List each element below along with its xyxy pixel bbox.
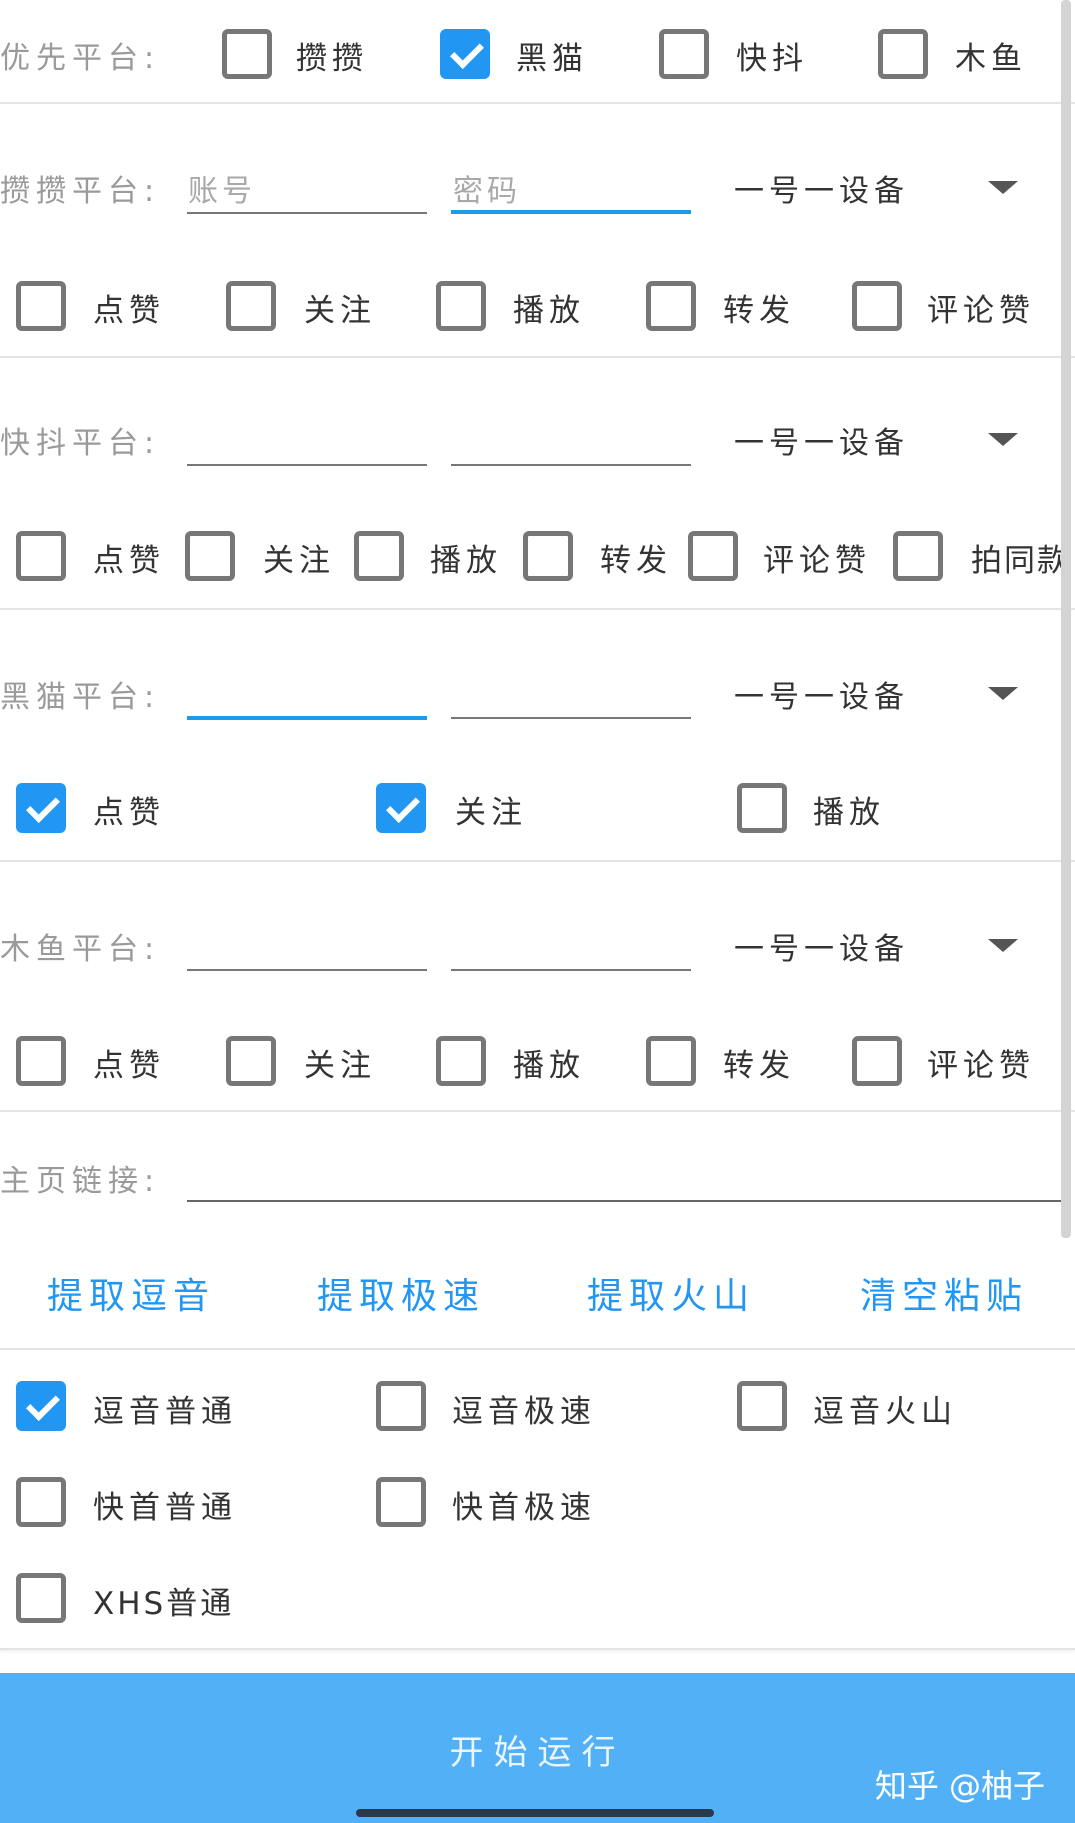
zanzan-option-share[interactable]: 转发 bbox=[723, 285, 795, 330]
zanzan-checkbox-like[interactable] bbox=[16, 281, 66, 331]
zhihu-watermark: 知乎 @柚子 bbox=[874, 1767, 1045, 1805]
mode-checkbox-xhs-normal[interactable] bbox=[16, 1573, 66, 1623]
kuaidou-label: 快抖平台: bbox=[0, 426, 161, 461]
zanzan-checkbox-play[interactable] bbox=[436, 281, 486, 331]
heimao-section: 黑猫平台: 一号一设备 点赞 关注 播放 bbox=[0, 610, 1075, 862]
zanzan-password-placeholder[interactable]: 密码 bbox=[453, 166, 521, 210]
priority-label: 优先平台: bbox=[0, 41, 161, 76]
start-button[interactable]: 开始运行 知乎 @柚子 bbox=[0, 1673, 1075, 1823]
zanzan-checkbox-comment-like[interactable] bbox=[852, 281, 902, 331]
zanzan-checkbox-share[interactable] bbox=[646, 281, 696, 331]
kuaidou-checkbox-follow[interactable] bbox=[185, 531, 235, 581]
mode-option-kuaishou-speed[interactable]: 快首极速 bbox=[452, 1482, 596, 1527]
priority-checkbox-heimao[interactable] bbox=[440, 29, 490, 79]
zanzan-dropdown-arrow-icon[interactable] bbox=[988, 181, 1018, 194]
mode-option-douyin-huoshan[interactable]: 逗音火山 bbox=[813, 1386, 957, 1431]
kuaidou-device-select[interactable]: 一号一设备 bbox=[734, 418, 909, 462]
heimao-label: 黑猫平台: bbox=[0, 680, 161, 715]
zanzan-label: 攒攒平台: bbox=[0, 174, 161, 209]
zanzan-option-like[interactable]: 点赞 bbox=[93, 285, 165, 330]
muyu-option-share[interactable]: 转发 bbox=[723, 1040, 795, 1085]
home-indicator[interactable] bbox=[356, 1809, 714, 1817]
muyu-checkbox-follow[interactable] bbox=[226, 1036, 276, 1086]
mode-checkbox-kuaishou-normal[interactable] bbox=[16, 1477, 66, 1527]
muyu-option-comment-like[interactable]: 评论赞 bbox=[927, 1040, 1035, 1085]
mode-section: 逗音普通 逗音极速 逗音火山 快首普通 快首极速 XHS普通 bbox=[0, 1350, 1075, 1650]
kuaidou-option-share[interactable]: 转发 bbox=[600, 535, 672, 580]
priority-checkbox-muyu[interactable] bbox=[878, 29, 928, 79]
mode-option-douyin-normal[interactable]: 逗音普通 bbox=[93, 1386, 237, 1431]
muyu-option-follow[interactable]: 关注 bbox=[304, 1040, 376, 1085]
muyu-checkbox-share[interactable] bbox=[646, 1036, 696, 1086]
kuaidou-option-follow[interactable]: 关注 bbox=[263, 535, 335, 580]
kuaidou-option-comment-like[interactable]: 评论赞 bbox=[763, 535, 871, 580]
priority-section: 优先平台: 攒攒 黑猫 快抖 木鱼 bbox=[0, 0, 1075, 104]
extract-huoshan-button[interactable]: 提取火山 bbox=[587, 1267, 755, 1319]
zanzan-checkbox-follow[interactable] bbox=[226, 281, 276, 331]
heimao-password-field[interactable] bbox=[451, 717, 691, 719]
muyu-account-field[interactable] bbox=[187, 969, 427, 971]
muyu-dropdown-arrow-icon[interactable] bbox=[988, 939, 1018, 952]
heimao-checkbox-follow[interactable] bbox=[376, 783, 426, 833]
priority-option-zanzan[interactable]: 攒攒 bbox=[296, 33, 368, 78]
zanzan-option-follow[interactable]: 关注 bbox=[304, 285, 376, 330]
muyu-checkbox-comment-like[interactable] bbox=[852, 1036, 902, 1086]
scrollbar[interactable] bbox=[1061, 0, 1071, 1238]
priority-checkbox-kuaidou[interactable] bbox=[659, 29, 709, 79]
zanzan-account-placeholder[interactable]: 账号 bbox=[188, 166, 256, 210]
kuaidou-option-play[interactable]: 播放 bbox=[430, 535, 502, 580]
zanzan-account-field[interactable] bbox=[187, 212, 427, 214]
mode-checkbox-douyin-speed[interactable] bbox=[376, 1381, 426, 1431]
kuaidou-section: 快抖平台: 一号一设备 点赞 关注 播放 转发 评论赞 拍同款 bbox=[0, 358, 1075, 610]
zanzan-option-play[interactable]: 播放 bbox=[513, 285, 585, 330]
clear-paste-button[interactable]: 清空粘贴 bbox=[860, 1267, 1028, 1319]
heimao-dropdown-arrow-icon[interactable] bbox=[988, 687, 1018, 700]
kuaidou-dropdown-arrow-icon[interactable] bbox=[988, 433, 1018, 446]
muyu-checkbox-like[interactable] bbox=[16, 1036, 66, 1086]
muyu-device-select[interactable]: 一号一设备 bbox=[734, 924, 909, 968]
kuaidou-checkbox-like[interactable] bbox=[16, 531, 66, 581]
priority-option-heimao[interactable]: 黑猫 bbox=[516, 33, 588, 78]
kuaidou-option-same-style[interactable]: 拍同款 bbox=[971, 535, 1070, 580]
mode-checkbox-douyin-huoshan[interactable] bbox=[737, 1381, 787, 1431]
mode-option-xhs-normal[interactable]: XHS普通 bbox=[93, 1578, 234, 1623]
muyu-label: 木鱼平台: bbox=[0, 932, 161, 967]
extract-douyin-button[interactable]: 提取逗音 bbox=[47, 1267, 215, 1319]
kuaidou-option-like[interactable]: 点赞 bbox=[93, 535, 165, 580]
heimao-account-field[interactable] bbox=[187, 716, 427, 720]
muyu-section: 木鱼平台: 一号一设备 点赞 关注 播放 转发 评论赞 bbox=[0, 862, 1075, 1112]
mode-checkbox-douyin-normal[interactable] bbox=[16, 1381, 66, 1431]
zanzan-password-field[interactable] bbox=[451, 210, 691, 214]
homepage-label: 主页链接: bbox=[0, 1164, 161, 1199]
heimao-option-follow[interactable]: 关注 bbox=[455, 787, 527, 832]
kuaidou-checkbox-same-style[interactable] bbox=[893, 531, 943, 581]
homepage-link-input[interactable] bbox=[187, 1200, 1063, 1202]
heimao-option-play[interactable]: 播放 bbox=[813, 787, 885, 832]
priority-checkbox-zanzan[interactable] bbox=[222, 29, 272, 79]
priority-option-kuaidou[interactable]: 快抖 bbox=[736, 33, 808, 78]
kuaidou-checkbox-comment-like[interactable] bbox=[688, 531, 738, 581]
kuaidou-account-field[interactable] bbox=[187, 464, 427, 466]
muyu-password-field[interactable] bbox=[451, 969, 691, 971]
heimao-checkbox-like[interactable] bbox=[16, 783, 66, 833]
zanzan-option-comment-like[interactable]: 评论赞 bbox=[927, 285, 1035, 330]
link-section: 主页链接: 提取逗音 提取极速 提取火山 清空粘贴 bbox=[0, 1112, 1075, 1350]
heimao-option-like[interactable]: 点赞 bbox=[93, 787, 165, 832]
priority-option-muyu[interactable]: 木鱼 bbox=[955, 33, 1027, 78]
kuaidou-checkbox-share[interactable] bbox=[523, 531, 573, 581]
muyu-option-play[interactable]: 播放 bbox=[513, 1040, 585, 1085]
mode-option-kuaishou-normal[interactable]: 快首普通 bbox=[93, 1482, 237, 1527]
kuaidou-checkbox-play[interactable] bbox=[354, 531, 404, 581]
heimao-device-select[interactable]: 一号一设备 bbox=[734, 672, 909, 716]
muyu-option-like[interactable]: 点赞 bbox=[93, 1040, 165, 1085]
muyu-checkbox-play[interactable] bbox=[436, 1036, 486, 1086]
mode-checkbox-kuaishou-speed[interactable] bbox=[376, 1477, 426, 1527]
zanzan-section: 攒攒平台: 账号 密码 一号一设备 点赞 关注 播放 转发 评论赞 bbox=[0, 104, 1075, 358]
heimao-checkbox-play[interactable] bbox=[737, 783, 787, 833]
mode-option-douyin-speed[interactable]: 逗音极速 bbox=[452, 1386, 596, 1431]
zanzan-device-select[interactable]: 一号一设备 bbox=[734, 166, 909, 210]
kuaidou-password-field[interactable] bbox=[451, 464, 691, 466]
extract-speed-button[interactable]: 提取极速 bbox=[317, 1267, 485, 1319]
